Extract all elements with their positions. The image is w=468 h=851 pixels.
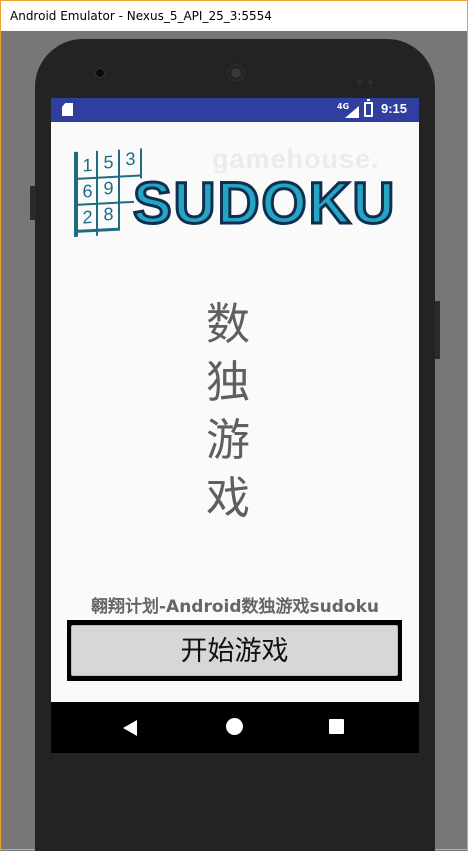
emulator-window: Android Emulator - Nexus_5_API_25_3:5554… (0, 0, 468, 851)
grid-digit: 9 (103, 177, 114, 199)
battery-icon (364, 99, 373, 117)
volume-button (30, 186, 36, 220)
sd-card-icon (62, 103, 73, 116)
grid-digit: 3 (125, 148, 136, 170)
navigation-bar (51, 702, 419, 753)
title-char: 戏 (206, 473, 250, 524)
back-icon[interactable] (123, 720, 137, 736)
status-bar: 4G 9:15 (51, 98, 419, 122)
vertical-title: 数 独 游 戏 (203, 296, 253, 528)
start-game-button[interactable]: 开始游戏 (71, 625, 398, 676)
grid-digit: 1 (82, 155, 93, 176)
sudoku-wordmark: SUDOKU (131, 171, 397, 236)
speaker-icon (225, 62, 247, 84)
grid-digit: 5 (103, 151, 114, 173)
grid-digit: 8 (103, 203, 114, 225)
window-title: Android Emulator - Nexus_5_API_25_3:5554 (1, 1, 467, 31)
power-button (435, 301, 440, 359)
recents-icon[interactable] (329, 719, 344, 734)
status-time: 9:15 (381, 101, 408, 116)
sudoku-logo: gamehouse. 1 5 3 6 9 2 8 SUDOKU (69, 144, 396, 244)
title-char: 独 (206, 357, 250, 408)
title-char: 游 (206, 415, 250, 466)
home-icon[interactable] (226, 718, 243, 735)
network-type: 4G (337, 102, 350, 111)
app-subtitle: 翱翔计划-Android数独游戏sudoku (90, 597, 380, 617)
grid-digit: 2 (82, 207, 93, 228)
device-screen: 4G 9:15 gamehouse. 1 5 3 6 9 2 8 SUDOKU … (51, 98, 419, 753)
sensor-dots (357, 70, 387, 85)
camera-icon (95, 68, 105, 78)
grid-digit: 6 (82, 181, 93, 202)
title-char: 数 (206, 299, 250, 350)
